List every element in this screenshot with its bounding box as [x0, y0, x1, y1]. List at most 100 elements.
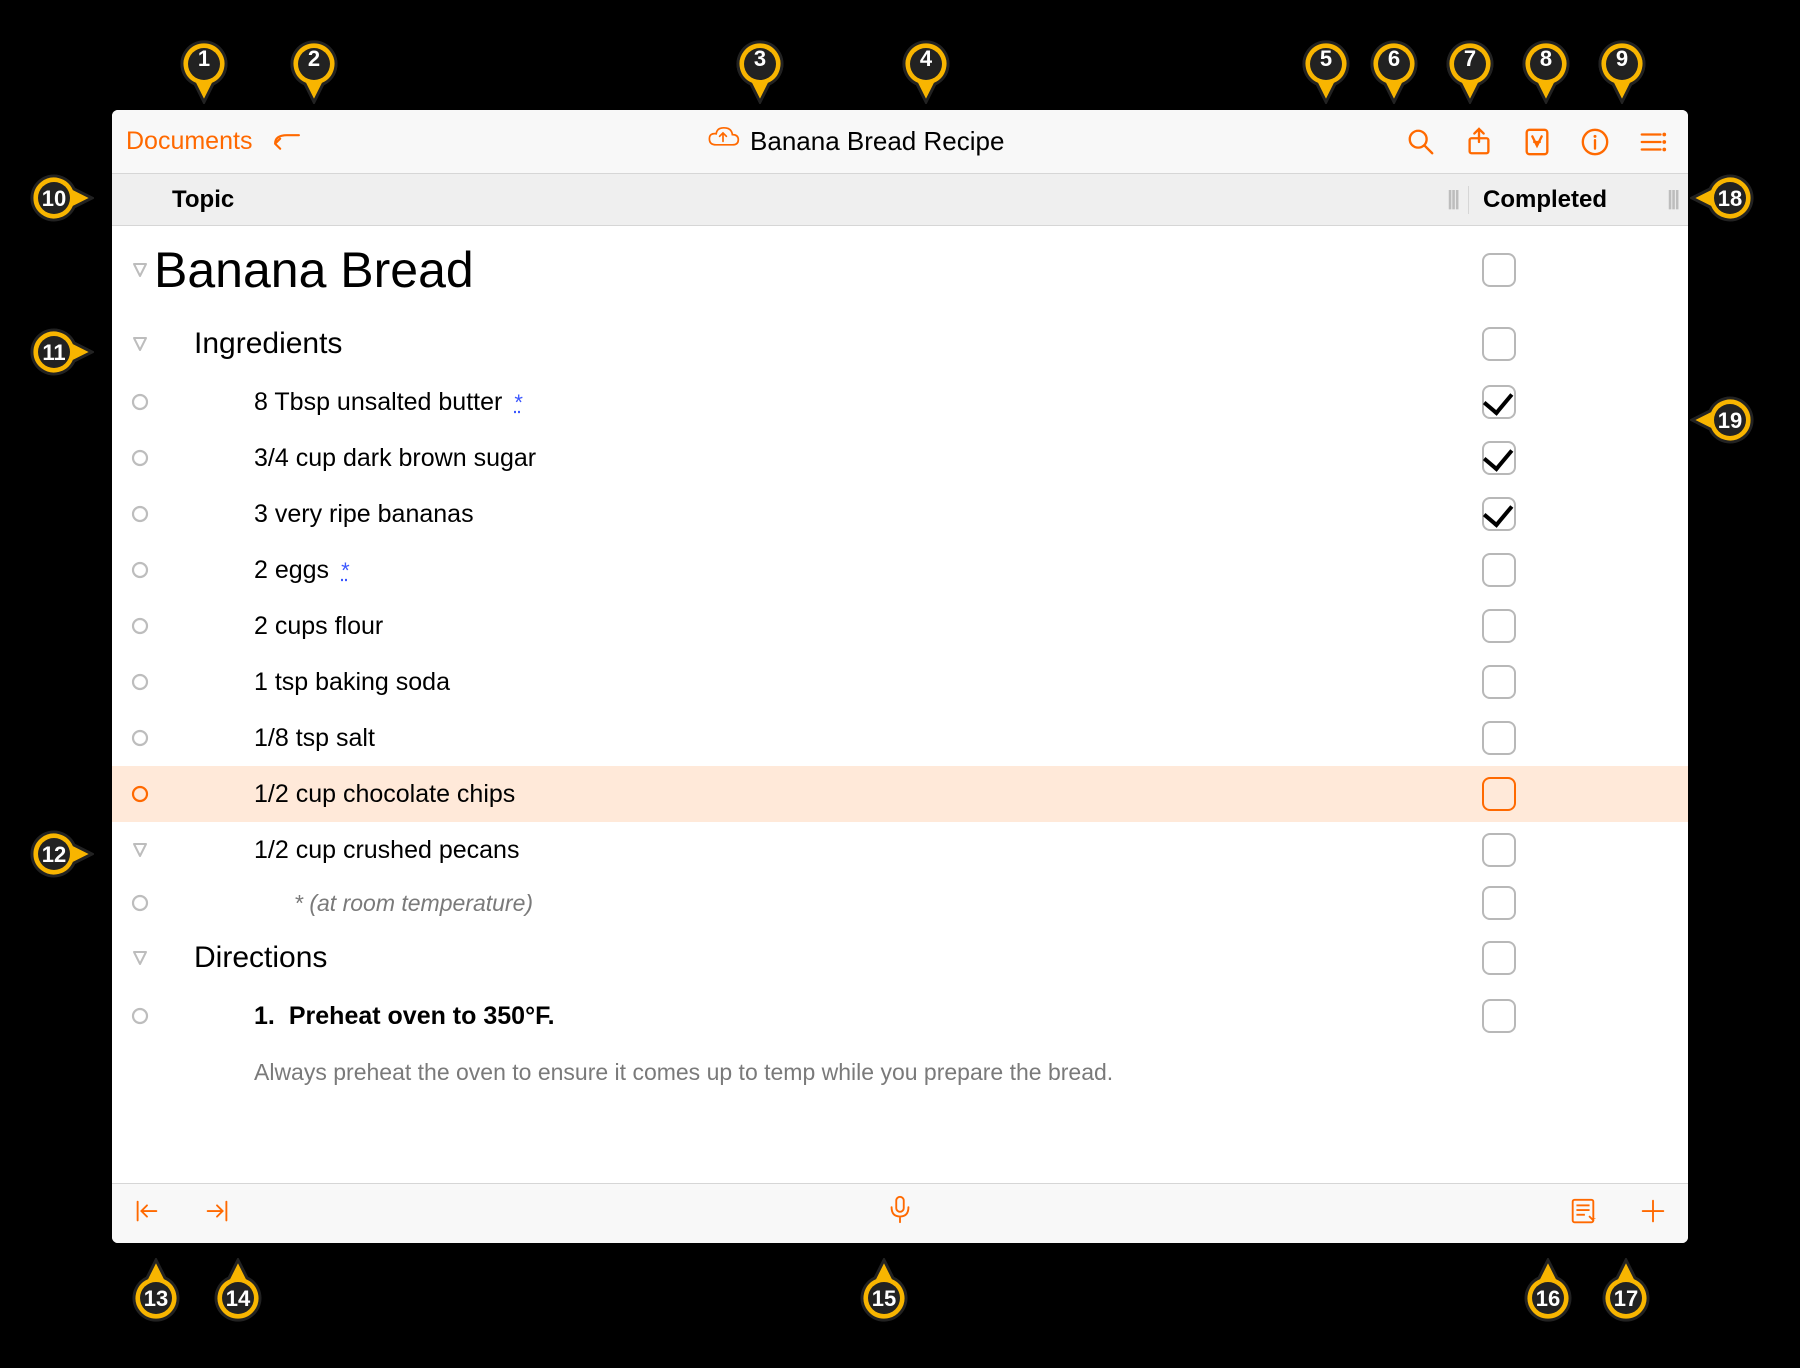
- row-handle: [126, 1058, 154, 1086]
- outline-row[interactable]: 8 Tbsp unsalted butter*: [112, 374, 1688, 430]
- callout-number: 19: [1706, 408, 1754, 434]
- outline-row[interactable]: Always preheat the oven to ensure it com…: [112, 1044, 1688, 1100]
- completed-checkbox[interactable]: [1482, 385, 1516, 419]
- row-text[interactable]: 2 cups flour: [254, 604, 1468, 649]
- completed-checkbox[interactable]: [1482, 665, 1516, 699]
- documents-back-button[interactable]: Documents: [126, 127, 252, 156]
- svg-text:+: +: [1591, 1213, 1596, 1223]
- row-bullet-icon[interactable]: [126, 1002, 154, 1030]
- completed-cell: [1468, 721, 1688, 755]
- view-options-button[interactable]: [1638, 127, 1668, 157]
- add-row-button[interactable]: [1638, 1196, 1668, 1231]
- row-bullet-icon[interactable]: [126, 388, 154, 416]
- styles-button[interactable]: [1522, 127, 1552, 157]
- row-text-content: 1/8 tsp salt: [254, 724, 375, 753]
- outline-row[interactable]: Ingredients: [112, 314, 1688, 374]
- outline-row[interactable]: 1 tsp baking soda: [112, 654, 1688, 710]
- row-text[interactable]: 2 eggs*: [254, 548, 1468, 593]
- footnote-marker[interactable]: *: [341, 558, 350, 584]
- row-text-content: Preheat oven to 350°F.: [289, 1002, 555, 1031]
- row-bullet-icon[interactable]: [126, 780, 154, 808]
- footnote-marker[interactable]: *: [514, 390, 523, 416]
- completed-checkbox[interactable]: [1482, 497, 1516, 531]
- row-text[interactable]: 1/2 cup chocolate chips: [254, 772, 1468, 817]
- completed-checkbox[interactable]: [1482, 999, 1516, 1033]
- disclosure-triangle-icon[interactable]: [126, 836, 154, 864]
- disclosure-triangle-icon[interactable]: [126, 256, 154, 284]
- outline-row[interactable]: Banana Bread: [112, 226, 1688, 314]
- column-resize-handle-icon[interactable]: |||: [1447, 188, 1468, 211]
- row-bullet-icon[interactable]: [126, 668, 154, 696]
- info-button[interactable]: [1580, 127, 1610, 157]
- share-button[interactable]: [1464, 127, 1494, 157]
- row-text[interactable]: Always preheat the oven to ensure it com…: [254, 1051, 1468, 1094]
- indent-button[interactable]: [202, 1196, 232, 1231]
- outline-row[interactable]: 1/2 cup crushed pecans: [112, 822, 1688, 878]
- outline-row[interactable]: 1.Preheat oven to 350°F.: [112, 988, 1688, 1044]
- completed-checkbox[interactable]: [1482, 941, 1516, 975]
- callout-number: 2: [290, 46, 338, 72]
- disclosure-triangle-icon[interactable]: [126, 330, 154, 358]
- completed-cell: [1468, 777, 1688, 811]
- outline-row[interactable]: * (at room temperature): [112, 878, 1688, 928]
- completed-cell: [1468, 941, 1688, 975]
- outline-row[interactable]: 1/2 cup chocolate chips: [112, 766, 1688, 822]
- row-text-content: Ingredients: [194, 327, 342, 361]
- row-bullet-icon[interactable]: [126, 612, 154, 640]
- completed-cell: [1468, 886, 1688, 920]
- document-title[interactable]: Banana Bread Recipe: [750, 126, 1004, 157]
- outline-row[interactable]: 3 very ripe bananas: [112, 486, 1688, 542]
- row-text-content: 3 very ripe bananas: [254, 500, 474, 529]
- completed-checkbox[interactable]: [1482, 777, 1516, 811]
- outline-row[interactable]: 3/4 cup dark brown sugar: [112, 430, 1688, 486]
- outline-row[interactable]: Directions: [112, 928, 1688, 988]
- row-bullet-icon[interactable]: [126, 556, 154, 584]
- completed-checkbox[interactable]: [1482, 327, 1516, 361]
- row-text[interactable]: 1.Preheat oven to 350°F.: [254, 994, 1468, 1039]
- outline-row[interactable]: 2 eggs*: [112, 542, 1688, 598]
- note-button[interactable]: +: [1568, 1196, 1598, 1231]
- completed-checkbox[interactable]: [1482, 721, 1516, 755]
- disclosure-triangle-icon[interactable]: [126, 944, 154, 972]
- completed-cell: [1468, 665, 1688, 699]
- outline-body[interactable]: Banana Bread Ingredients 8 Tbsp unsalted b…: [112, 226, 1688, 1183]
- row-text[interactable]: Banana Bread: [154, 233, 1468, 307]
- outline-row[interactable]: 2 cups flour: [112, 598, 1688, 654]
- row-text[interactable]: 3 very ripe bananas: [254, 492, 1468, 537]
- callout-number: 5: [1302, 46, 1350, 72]
- completed-cell: [1468, 609, 1688, 643]
- row-text[interactable]: Ingredients: [194, 319, 1468, 369]
- row-bullet-icon[interactable]: [126, 889, 154, 917]
- callout-marker: 16: [1524, 1258, 1572, 1322]
- row-text-content: 1/2 cup crushed pecans: [254, 836, 519, 865]
- row-text[interactable]: Directions: [194, 933, 1468, 983]
- completed-checkbox[interactable]: [1482, 253, 1516, 287]
- search-button[interactable]: [1406, 127, 1436, 157]
- completed-checkbox[interactable]: [1482, 553, 1516, 587]
- undo-button[interactable]: [270, 128, 304, 156]
- row-text[interactable]: 1/8 tsp salt: [254, 716, 1468, 761]
- row-text[interactable]: 1/2 cup crushed pecans: [254, 828, 1468, 873]
- callout-marker: 6: [1370, 40, 1418, 104]
- callout-number: 18: [1706, 186, 1754, 212]
- row-bullet-icon[interactable]: [126, 500, 154, 528]
- outline-row[interactable]: 1/8 tsp salt: [112, 710, 1688, 766]
- row-text[interactable]: * (at room temperature): [294, 882, 1468, 925]
- completed-checkbox[interactable]: [1482, 833, 1516, 867]
- completed-cell: [1468, 327, 1688, 361]
- completed-checkbox[interactable]: [1482, 886, 1516, 920]
- column-header-completed[interactable]: Completed |||: [1468, 186, 1688, 214]
- completed-checkbox[interactable]: [1482, 609, 1516, 643]
- completed-checkbox[interactable]: [1482, 441, 1516, 475]
- dictation-button[interactable]: [885, 1194, 915, 1229]
- row-text[interactable]: 1 tsp baking soda: [254, 660, 1468, 705]
- row-bullet-icon[interactable]: [126, 444, 154, 472]
- row-text[interactable]: 3/4 cup dark brown sugar: [254, 436, 1468, 481]
- row-text-content: 1/2 cup chocolate chips: [254, 780, 515, 809]
- column-resize-handle-icon[interactable]: |||: [1667, 188, 1688, 211]
- row-bullet-icon[interactable]: [126, 724, 154, 752]
- row-text[interactable]: 8 Tbsp unsalted butter*: [254, 380, 1468, 425]
- column-header-topic[interactable]: Topic |||: [112, 186, 1468, 214]
- completed-cell: [1468, 441, 1688, 475]
- outdent-button[interactable]: [132, 1196, 162, 1231]
